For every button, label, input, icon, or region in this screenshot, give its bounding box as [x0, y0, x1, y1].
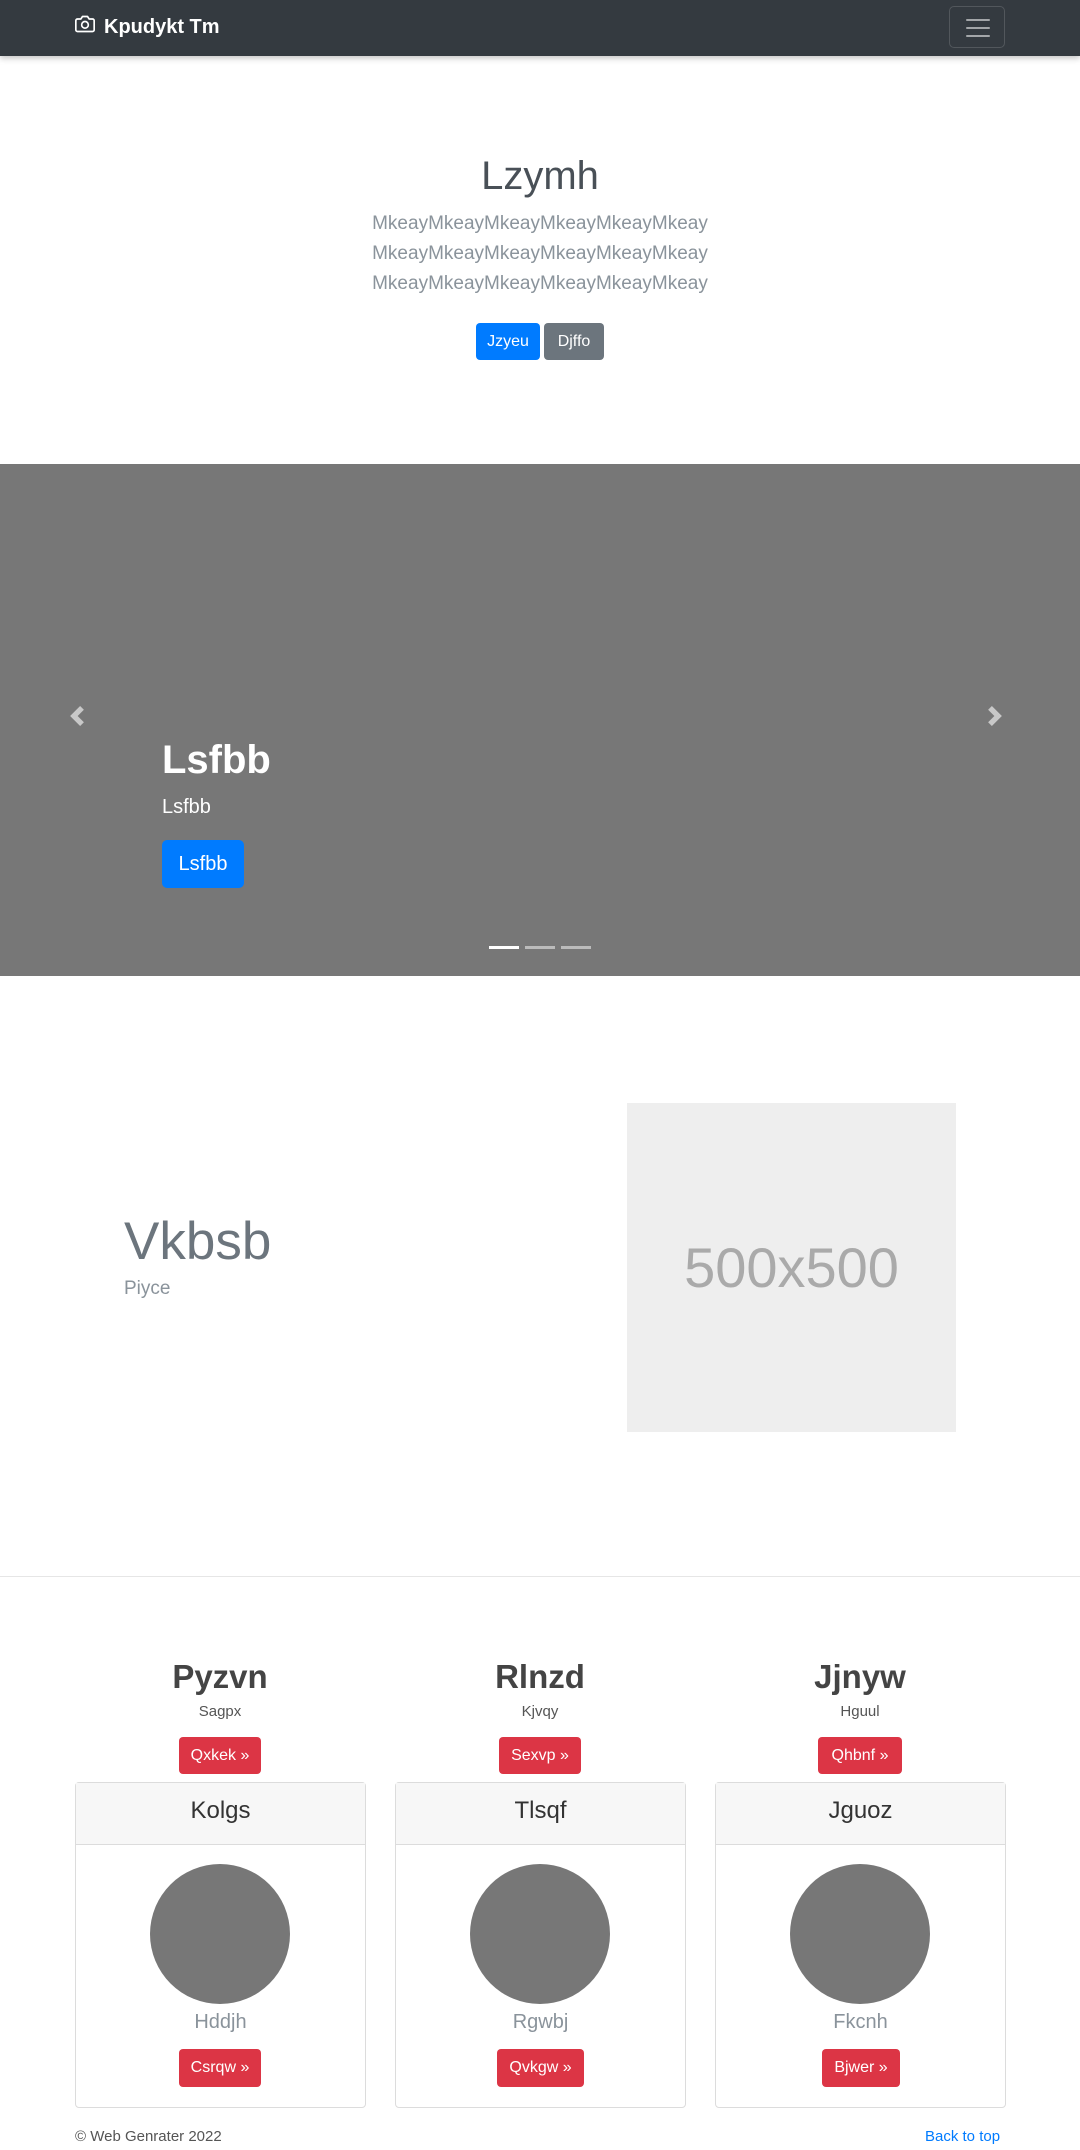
card-3: Jguoz Fkcnh Bjwer »: [715, 1782, 1006, 2108]
carousel: Lsfbb Lsfbb Lsfbb: [0, 464, 1080, 976]
column-text: Hguul: [840, 1703, 880, 1720]
hero-title: Lzymh: [481, 154, 599, 198]
column-title: Jjnyw: [814, 1658, 906, 1695]
card-header: Jguoz: [716, 1783, 1005, 1845]
hamburger-icon: [966, 19, 990, 21]
card-name: Hddjh: [194, 2011, 247, 2033]
card-button[interactable]: Qvkgw »: [497, 2049, 584, 2087]
carousel-next-button[interactable]: [985, 706, 1015, 736]
navbar-toggler-button[interactable]: [949, 6, 1005, 48]
avatar: [790, 1864, 930, 2004]
placeholder-label: 500x500: [684, 1236, 899, 1299]
carousel-caption-title: Lsfbb: [162, 738, 271, 782]
avatar: [150, 1864, 290, 2004]
column-button[interactable]: Sexvp »: [499, 1737, 581, 1774]
card-name: Fkcnh: [833, 2011, 888, 2033]
carousel-indicators: [489, 946, 591, 949]
brand-label: Kpudykt Tm: [104, 15, 220, 38]
feature-subtitle: Piyce: [124, 1278, 171, 1299]
column-text: Sagpx: [198, 1703, 242, 1720]
hero-secondary-button[interactable]: Djffo: [544, 323, 604, 360]
column-title: Rlnzd: [495, 1658, 585, 1695]
camera-icon: [75, 14, 95, 40]
card-button[interactable]: Bjwer »: [822, 2049, 900, 2087]
column-button[interactable]: Qxkek »: [179, 1737, 261, 1774]
carousel-indicator-2[interactable]: [525, 946, 555, 949]
card-button[interactable]: Csrqw »: [179, 2049, 261, 2087]
card-2: Tlsqf Rgwbj Qvkgw »: [395, 1782, 686, 2108]
column-button[interactable]: Qhbnf »: [818, 1737, 902, 1774]
carousel-indicator-3[interactable]: [561, 946, 591, 949]
navbar: Kpudykt Tm: [0, 0, 1080, 56]
card-header: Kolgs: [76, 1783, 365, 1845]
hero-primary-button[interactable]: Jzyeu: [476, 323, 540, 360]
column-title: Pyzvn: [172, 1658, 268, 1695]
brand-link[interactable]: Kpudykt Tm: [75, 14, 220, 40]
hero-section: Lzymh MkeayMkeayMkeayMkeayMkeayMkeay Mke…: [0, 56, 1080, 464]
feature-image-placeholder: 500x500: [627, 1103, 956, 1432]
carousel-prev-button[interactable]: [67, 706, 97, 736]
section-divider: [0, 1576, 1080, 1577]
chevron-right-icon: [988, 706, 1002, 726]
carousel-indicator-1[interactable]: [489, 946, 519, 949]
hero-lead: MkeayMkeayMkeayMkeayMkeayMkeay MkeayMkea…: [372, 213, 708, 294]
carousel-caption-text: Lsfbb: [162, 796, 211, 818]
back-to-top-link[interactable]: Back to top: [925, 2128, 1000, 2145]
avatar: [470, 1864, 610, 2004]
chevron-left-icon: [70, 706, 84, 726]
column-text: Kjvqy: [521, 1703, 559, 1720]
carousel-caption-button[interactable]: Lsfbb: [162, 840, 244, 888]
card-1: Kolgs Hddjh Csrqw »: [75, 1782, 366, 2108]
footer-copyright: © Web Genrater 2022: [75, 2128, 222, 2145]
card-name: Rgwbj: [512, 2011, 569, 2033]
card-header: Tlsqf: [396, 1783, 685, 1845]
feature-title: Vkbsb: [124, 1212, 272, 1271]
